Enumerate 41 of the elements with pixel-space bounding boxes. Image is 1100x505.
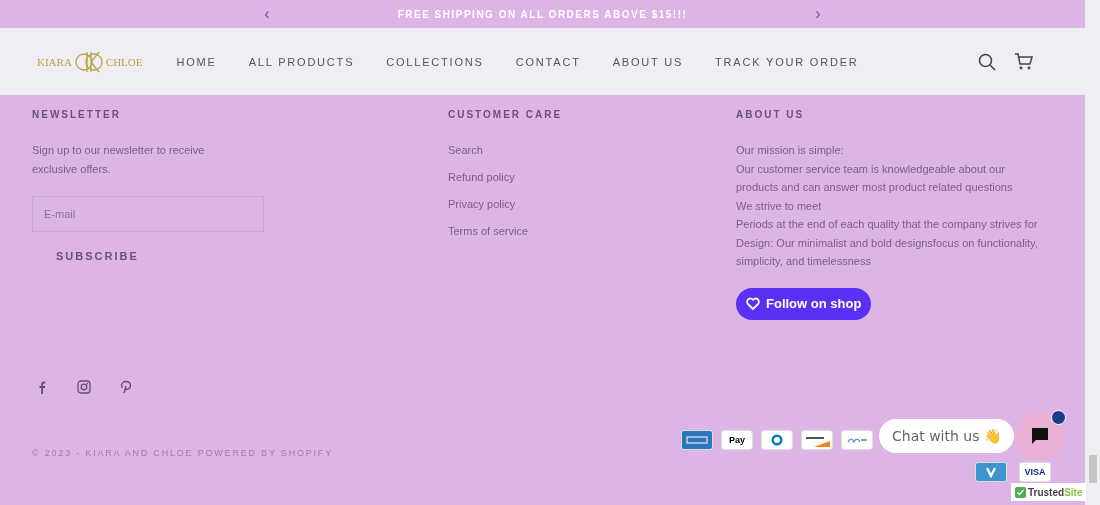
visa-card: VISA (1020, 463, 1050, 481)
about-text: We strive to meet (736, 198, 822, 214)
newsletter-heading: NEWSLETTER (32, 109, 121, 120)
customer-care-heading: CUSTOMER CARE (448, 109, 563, 120)
subscribe-button[interactable]: SUBSCRIBE (56, 250, 139, 262)
about-heading: ABOUT US (736, 109, 805, 120)
nav-link[interactable]: HOME (176, 55, 217, 68)
about-text: Our customer service team is knowledgeable about our products and can answer most product related questions (736, 161, 1014, 195)
heart-icon (746, 297, 760, 310)
cart-button[interactable] (1014, 52, 1033, 71)
chat-bubble[interactable]: Chat with us 👋 (879, 419, 1014, 453)
apple-pay-card: Pay (722, 431, 752, 449)
amex-card-icon (682, 431, 712, 449)
newsletter-text: Sign up to our newsletter to receive exclusive offers. (32, 143, 206, 177)
instagram-icon[interactable] (77, 379, 91, 394)
footer-link[interactable]: Refund policy (448, 168, 529, 187)
footer-link[interactable]: Privacy policy (448, 195, 529, 214)
footer-link[interactable]: Terms of service (448, 222, 529, 241)
search-button[interactable] (978, 52, 996, 71)
nav-link[interactable]: TRACK YOUR ORDER (715, 55, 859, 68)
speech-bubble-icon (1031, 427, 1049, 445)
previous-arrow[interactable]: ‹ (264, 5, 270, 23)
nav-link[interactable]: CONTACT (515, 55, 581, 68)
venmo-card-icon (976, 463, 1006, 481)
nav-link[interactable]: COLLECTIONS (386, 55, 484, 68)
diners-card-icon (762, 431, 792, 449)
email-field[interactable]: E-mail (32, 196, 264, 232)
trusted-site-badge[interactable]: TrustedSite (1011, 483, 1087, 501)
copyright-text: © 2023 - KIARA AND CHLOE POWERED BY SHOPIFY (32, 447, 333, 458)
discover-card-icon (802, 431, 832, 449)
footer-link[interactable]: Search (448, 141, 529, 160)
announcement-text: FREE SHIPPING ON ALL ORDERS ABOVE $15!!! (397, 8, 688, 20)
follow-button[interactable]: Follow on shop (736, 287, 872, 320)
next-arrow[interactable]: › (815, 5, 821, 23)
nav-link[interactable]: ALL PRODUCTS (248, 55, 355, 68)
nav-link[interactable]: ABOUT US (612, 55, 684, 68)
about-text: Periods at the end of each quality that the company strives for (736, 217, 1038, 232)
about-text: Design: Our minimalist and bold designsfocus on functionality, simplicity, and timelessness (736, 235, 1039, 269)
pinterest-icon[interactable] (119, 379, 133, 394)
meta-pay-card-icon (842, 431, 872, 449)
about-text: Our mission is simple: (736, 143, 844, 158)
